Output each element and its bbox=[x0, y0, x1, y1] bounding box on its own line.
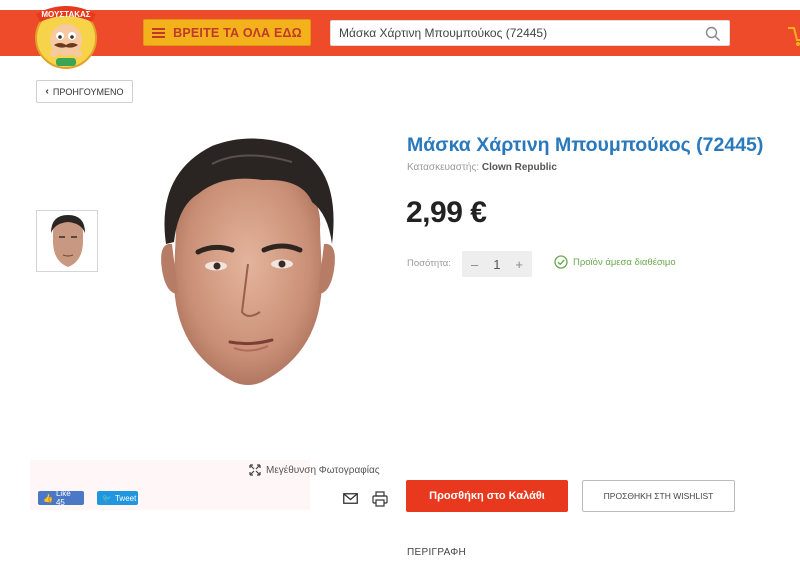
hamburger-icon bbox=[152, 27, 166, 38]
menu-button-label: ΒΡΕΙΤΕ ΤΑ ΟΛΑ ΕΔΩ bbox=[173, 25, 302, 40]
find-all-menu-button[interactable]: ΒΡΕΙΤΕ ΤΑ ΟΛΑ ΕΔΩ bbox=[143, 19, 311, 46]
product-thumbnail[interactable] bbox=[36, 210, 98, 272]
zoom-photo-link[interactable]: Μεγέθυνση Φωτογραφίας bbox=[249, 464, 380, 476]
stock-status-label: Προϊόν άμεσα διαθέσιμο bbox=[573, 256, 676, 268]
thumbs-up-icon: 👍 bbox=[43, 493, 53, 503]
product-manufacturer: Κατασκευαστής: Clown Republic bbox=[407, 162, 557, 173]
stock-status: Προϊόν άμεσα διαθέσιμο bbox=[554, 255, 676, 269]
previous-button-label: ΠΡΟΗΓΟΥΜΕΝΟ bbox=[52, 86, 124, 97]
check-circle-icon bbox=[554, 255, 568, 269]
quantity-stepper: – 1 + bbox=[462, 251, 532, 277]
logo-text: ΜΟΥΣΤΑΚΑΣ bbox=[41, 10, 90, 19]
tweet-label: Tweet bbox=[114, 493, 137, 503]
like-label: Like 45 bbox=[55, 489, 71, 507]
quantity-input[interactable]: 1 bbox=[493, 257, 500, 272]
search-box bbox=[330, 20, 730, 46]
add-to-cart-button[interactable]: Προσθήκη στο Καλάθι bbox=[406, 480, 568, 512]
chevron-left-icon: ‹ bbox=[45, 86, 49, 97]
expand-icon bbox=[249, 464, 261, 476]
mail-icon[interactable] bbox=[343, 493, 358, 504]
manufacturer-link[interactable]: Clown Republic bbox=[482, 162, 557, 173]
product-price: 2,99 € bbox=[406, 196, 487, 229]
previous-button[interactable]: ‹ ΠΡΟΗΓΟΥΜΕΝΟ bbox=[36, 80, 133, 103]
zoom-photo-label: Μεγέθυνση Φωτογραφίας bbox=[266, 464, 380, 476]
print-icon[interactable] bbox=[372, 491, 388, 507]
site-header: ΜΟΥΣΤΑΚΑΣ ΒΡΕΙΤΕ ΤΑ ΟΛΑ ΕΔΩ bbox=[0, 0, 800, 69]
manufacturer-label: Κατασκευαστής: bbox=[407, 162, 480, 173]
product-title: Μάσκα Χάρτινη Μπουμπούκος (72445) bbox=[407, 134, 764, 156]
search-icon[interactable] bbox=[705, 26, 721, 42]
site-logo[interactable]: ΜΟΥΣΤΑΚΑΣ bbox=[26, 0, 106, 74]
product-main-image[interactable] bbox=[152, 134, 344, 392]
quantity-label: Ποσότητα: bbox=[407, 258, 451, 269]
search-input[interactable] bbox=[331, 21, 691, 45]
add-to-wishlist-button[interactable]: ΠΡΟΣΘΗΚΗ ΣΤΗ WISHLIST bbox=[582, 480, 735, 512]
twitter-bird-icon: 🐦 bbox=[102, 493, 112, 503]
facebook-like-button[interactable]: 👍 Like 45 bbox=[38, 489, 84, 507]
quantity-increase-button[interactable]: + bbox=[515, 257, 523, 272]
cart-icon[interactable] bbox=[786, 18, 800, 48]
quantity-decrease-button[interactable]: – bbox=[471, 257, 478, 272]
tweet-button[interactable]: 🐦 Tweet bbox=[97, 491, 138, 505]
tab-description[interactable]: ΠΕΡΙΓΡΑΦΗ bbox=[407, 547, 466, 558]
